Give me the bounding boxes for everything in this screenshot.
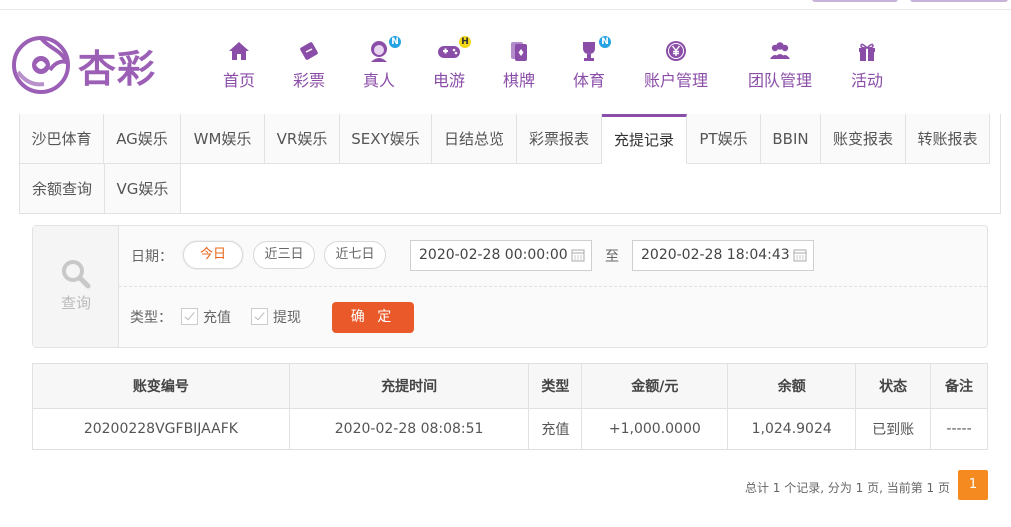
- table-header-row: 账变编号 充提时间 类型 金额/元 余额 状态 备注: [32, 363, 988, 409]
- calendar-icon[interactable]: [793, 248, 807, 262]
- end-date-value: 2020-02-28 18:04:43: [641, 247, 790, 263]
- tab-balance-query[interactable]: 余额查询: [19, 164, 105, 214]
- tab-daily-summary[interactable]: 日结总览: [432, 114, 517, 164]
- record-time-cell: 2020-02-28 08:08:51: [288, 408, 530, 450]
- query-label: 查询: [60, 294, 91, 312]
- playing-cards-icon: [511, 42, 527, 61]
- nav-chess[interactable]: 棋牌: [499, 38, 539, 91]
- column-header: 状态: [855, 363, 932, 409]
- divider: [119, 286, 987, 287]
- tab-pt[interactable]: PT娱乐: [687, 114, 761, 164]
- lottery-ticket-icon: [300, 42, 318, 60]
- column-header: 金额/元: [581, 363, 729, 409]
- column-header: 类型: [528, 363, 583, 409]
- nav-label: 真人: [362, 71, 395, 90]
- nav-label: 体育: [572, 71, 605, 90]
- tab-bbin[interactable]: BBIN: [761, 114, 821, 164]
- type-label: 类型：: [130, 310, 172, 326]
- logo-text: 杏彩: [78, 46, 157, 91]
- confirm-button[interactable]: 确 定: [332, 302, 414, 333]
- records-table: 账变编号 充提时间 类型 金额/元 余额 状态 备注 20200228VGFBI…: [32, 363, 988, 450]
- nav-activity[interactable]: 活动: [847, 38, 887, 91]
- query-panel: 查询 日期： 今日 近三日 近七日 2020-02-28 00:00:00 至 …: [32, 225, 988, 348]
- column-header: 账变编号: [32, 363, 290, 409]
- deposit-checkbox[interactable]: 充值: [181, 307, 231, 327]
- date-label: 日期：: [131, 249, 173, 265]
- nav-team[interactable]: 团队管理: [746, 38, 814, 91]
- table-row: 20200228VGFBIJAAFK 2020-02-28 08:08:51 充…: [32, 408, 988, 450]
- pager-summary: 总计 1 个记录, 分为 1 页, 当前第 1 页: [744, 481, 950, 495]
- withdraw-label: 提现: [273, 310, 301, 326]
- tab-sexy[interactable]: SEXY娱乐: [340, 114, 432, 164]
- nav-sports[interactable]: N 体育: [569, 36, 611, 91]
- record-amount-cell: +1,000.0000: [581, 408, 729, 450]
- team-icon: [770, 42, 790, 59]
- home-icon: [229, 42, 249, 60]
- tab-ag[interactable]: AG娱乐: [104, 114, 181, 164]
- start-date-input[interactable]: 2020-02-28 00:00:00: [410, 240, 592, 271]
- column-header: 备注: [930, 363, 988, 409]
- nav-label: 电游: [432, 71, 465, 90]
- last-3-days-button[interactable]: 近三日: [253, 241, 315, 269]
- nav-label: 彩票: [292, 71, 325, 90]
- gift-icon: [859, 43, 875, 61]
- record-note-cell: -----: [930, 408, 988, 450]
- last-7-days-button[interactable]: 近七日: [324, 241, 386, 269]
- nav-label: 首页: [222, 71, 255, 90]
- calendar-icon[interactable]: [571, 248, 585, 262]
- nav-lottery[interactable]: 彩票: [289, 38, 329, 91]
- tab-vr[interactable]: VR娱乐: [265, 114, 340, 164]
- nav-label: 活动: [850, 71, 883, 90]
- start-date-value: 2020-02-28 00:00:00: [419, 247, 568, 263]
- tab-wm[interactable]: WM娱乐: [181, 114, 265, 164]
- column-header: 充提时间: [288, 363, 530, 409]
- tab-change-report[interactable]: 账变报表: [821, 114, 906, 164]
- search-icon: [62, 260, 91, 289]
- nav-label: 棋牌: [502, 71, 535, 90]
- top-strip: [0, 0, 1011, 10]
- yen-coin-icon: [666, 41, 686, 61]
- tabs-row-2: 余额查询 VG娱乐: [19, 164, 181, 214]
- column-header: 余额: [727, 363, 857, 409]
- query-side: 查询: [33, 226, 119, 347]
- deposit-label: 充值: [203, 310, 231, 326]
- tab-transfer-report[interactable]: 转账报表: [906, 114, 990, 164]
- end-date-input[interactable]: 2020-02-28 18:04:43: [632, 240, 814, 271]
- page-1-button[interactable]: 1: [958, 470, 988, 500]
- checkbox-box[interactable]: [251, 308, 268, 325]
- record-type-cell: 充值: [528, 408, 583, 450]
- to-label: 至: [605, 249, 619, 265]
- nav-label: 账户管理: [643, 71, 708, 90]
- logo-emblem-icon: [12, 36, 70, 94]
- tab-lottery-report[interactable]: 彩票报表: [517, 114, 602, 164]
- top-link-1[interactable]: [812, 0, 898, 2]
- badge-new: N: [389, 36, 401, 48]
- nav-egame[interactable]: H 电游: [429, 36, 471, 91]
- badge-new: N: [599, 36, 611, 48]
- record-status-cell: 已到账: [855, 408, 932, 450]
- today-button[interactable]: 今日: [183, 241, 243, 269]
- nav-home[interactable]: 首页: [219, 38, 259, 91]
- tab-deposit-withdraw-records[interactable]: 充提记录: [602, 114, 687, 164]
- tab-shaba-sports[interactable]: 沙巴体育: [19, 114, 104, 164]
- record-balance-cell: 1,024.9024: [727, 408, 857, 450]
- top-link-2[interactable]: [910, 0, 1008, 2]
- tabs-row-1: 沙巴体育 AG娱乐 WM娱乐 VR娱乐 SEXY娱乐 日结总览 彩票报表 充提记…: [19, 114, 990, 164]
- record-id-cell: 20200228VGFBIJAAFK: [32, 408, 290, 450]
- withdraw-checkbox[interactable]: 提现: [251, 307, 301, 327]
- checkbox-box[interactable]: [181, 308, 198, 325]
- nav-live[interactable]: N 真人: [359, 36, 401, 91]
- badge-hot: H: [459, 36, 471, 48]
- nav-account[interactable]: 账户管理: [642, 38, 710, 91]
- tab-vg[interactable]: VG娱乐: [105, 164, 181, 214]
- nav-label: 团队管理: [747, 71, 812, 90]
